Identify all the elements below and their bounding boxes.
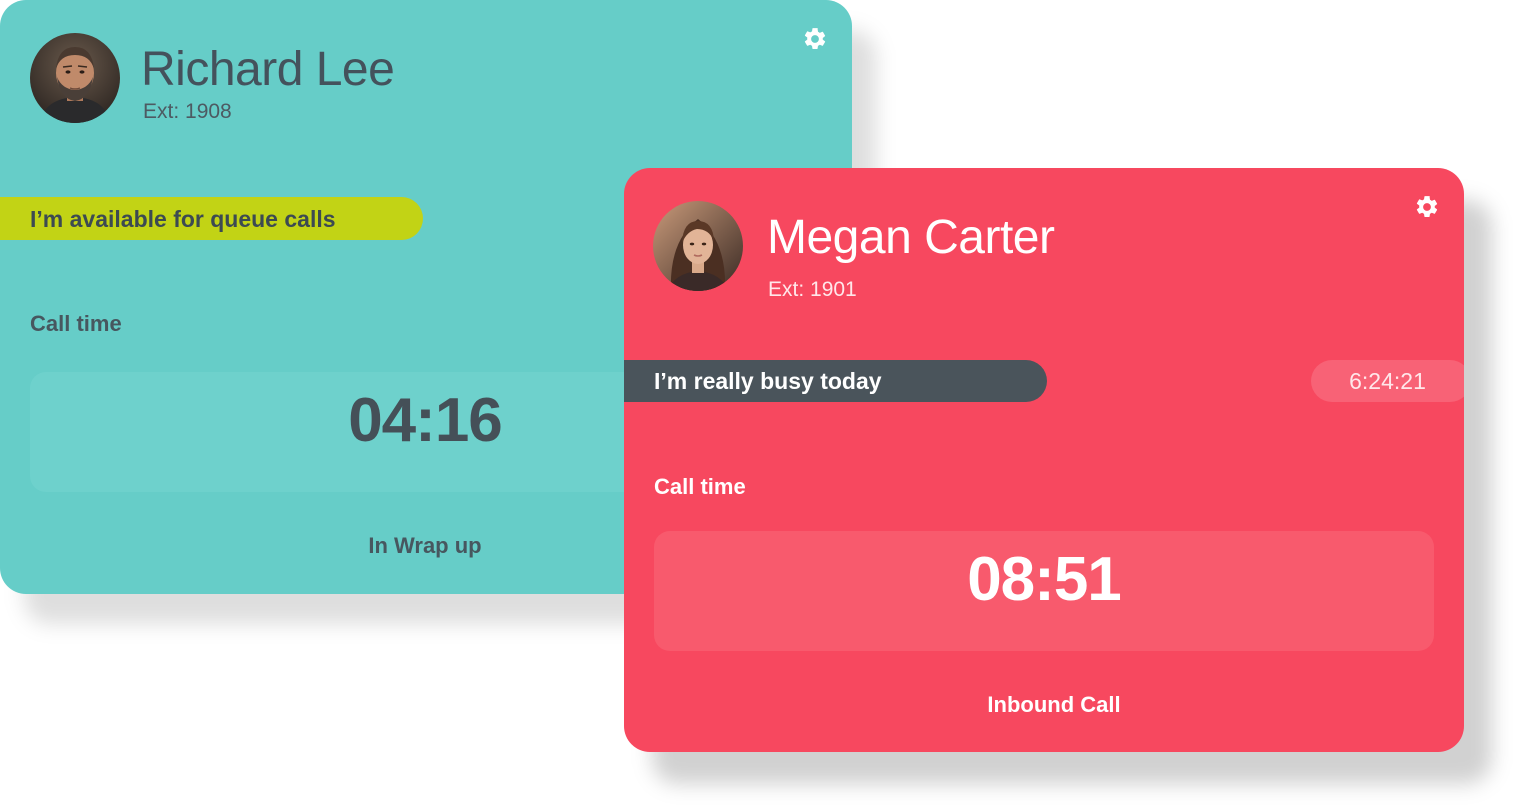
gear-icon[interactable] xyxy=(1414,194,1440,220)
call-timer: 08:51 xyxy=(967,545,1122,614)
status-message-text: I’m really busy today xyxy=(654,368,882,394)
status-duration-badge: 6:24:21 xyxy=(1311,360,1464,402)
agent-name: Richard Lee xyxy=(141,43,395,96)
agent-card-megan: Megan Carter Ext: 1901 I’m really busy t… xyxy=(624,168,1464,752)
avatar-photo xyxy=(653,201,743,291)
agent-extension: Ext: 1901 xyxy=(768,278,857,301)
call-state: In Wrap up xyxy=(368,533,482,558)
status-message[interactable]: I’m available for queue calls xyxy=(0,197,423,240)
avatar xyxy=(653,201,743,291)
status-message[interactable]: I’m really busy today xyxy=(624,360,1047,402)
call-timer: 04:16 xyxy=(348,386,503,455)
status-message-text: I’m available for queue calls xyxy=(30,206,336,232)
call-time-label: Call time xyxy=(30,311,122,336)
agent-extension: Ext: 1908 xyxy=(143,100,232,123)
call-state: Inbound Call xyxy=(987,692,1121,717)
avatar xyxy=(30,33,120,123)
agent-name: Megan Carter xyxy=(767,211,1055,264)
avatar-photo xyxy=(30,33,120,123)
call-time-label: Call time xyxy=(654,474,746,499)
status-duration: 6:24:21 xyxy=(1349,368,1426,394)
gear-icon[interactable] xyxy=(802,26,828,52)
